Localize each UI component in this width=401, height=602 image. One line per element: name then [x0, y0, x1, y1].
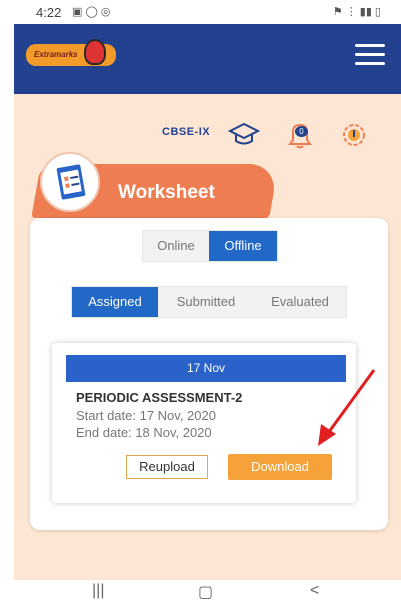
tab-offline[interactable]: Offline — [209, 231, 277, 261]
mode-toggle: Online Offline — [142, 230, 278, 262]
menu-icon[interactable] — [355, 44, 385, 66]
tab-submitted[interactable]: Submitted — [158, 287, 254, 317]
tab-online[interactable]: Online — [143, 231, 209, 261]
main-content: CBSE-IX 0 Worksheet Online Offline Assig… — [14, 94, 401, 580]
section-title: Worksheet — [118, 182, 215, 203]
system-icons: ⚑ ⋮ ▮▮ ▯ — [332, 6, 381, 18]
logo-mascot-icon — [84, 39, 106, 65]
annotation-arrow-icon — [318, 369, 376, 446]
app-header: Extramarks — [14, 24, 401, 94]
worksheet-item-card: 17 Nov PERIODIC ASSESSMENT-2 Start date:… — [52, 343, 356, 503]
worksheet-title: PERIODIC ASSESSMENT-2 — [76, 390, 243, 405]
notification-badge: 0 — [295, 126, 308, 137]
worksheet-date: 17 Nov — [66, 355, 346, 382]
worksheet-icon — [40, 152, 100, 212]
status-tabs: Assigned Submitted Evaluated — [71, 286, 347, 318]
logo-text: Extramarks — [34, 50, 78, 59]
back-icon[interactable]: < — [310, 582, 319, 600]
status-bar: 4:22 ▣ ◯ ◎ ⚑ ⋮ ▮▮ ▯ — [0, 0, 401, 24]
status-time: 4:22 — [36, 5, 62, 20]
settings-gear-icon[interactable] — [338, 120, 370, 150]
recent-apps-icon[interactable]: ||| — [92, 582, 104, 600]
download-button[interactable]: Download — [228, 454, 332, 480]
reupload-button[interactable]: Reupload — [126, 455, 208, 479]
home-icon[interactable]: ▢ — [198, 582, 213, 602]
system-nav-bar: ||| ▢ < — [0, 580, 401, 601]
graduation-cap-icon[interactable] — [227, 120, 261, 150]
worksheet-start-date: Start date: 17 Nov, 2020 — [76, 408, 216, 423]
tab-evaluated[interactable]: Evaluated — [254, 287, 346, 317]
notification-icons: ▣ ◯ ◎ — [72, 6, 111, 18]
worksheet-end-date: End date: 18 Nov, 2020 — [76, 425, 212, 440]
board-class-label[interactable]: CBSE-IX — [162, 126, 210, 138]
bell-icon[interactable]: 0 — [284, 120, 316, 150]
tab-assigned[interactable]: Assigned — [72, 287, 158, 317]
